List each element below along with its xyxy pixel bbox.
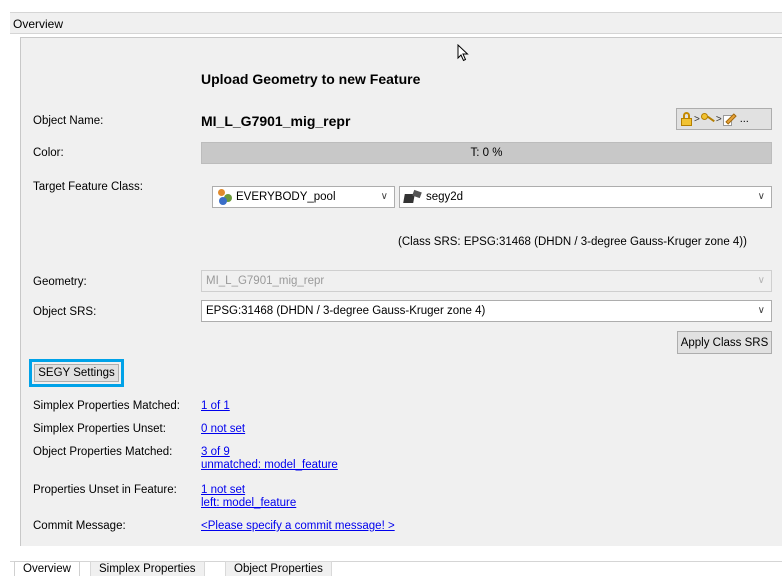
- window-title: Overview: [13, 17, 64, 31]
- chevron-down-icon: ∨: [757, 191, 765, 202]
- simplex-matched-link[interactable]: 1 of 1: [201, 400, 230, 412]
- arrow-right-icon: >: [715, 113, 722, 125]
- target-feature-class-label: Target Feature Class:: [33, 181, 143, 193]
- color-progress-bar: T: 0 %: [201, 142, 772, 164]
- simplex-matched-label: Simplex Properties Matched:: [33, 400, 181, 412]
- object-srs-dropdown[interactable]: EPSG:31468 (DHDN / 3-degree Gauss-Kruger…: [201, 300, 772, 322]
- object-name-value: MI_L_G7901_mig_repr: [201, 113, 351, 129]
- chevron-down-icon: ∨: [757, 305, 765, 316]
- progress-text: T: 0 %: [470, 147, 503, 159]
- object-srs-value: EPSG:31468 (DHDN / 3-degree Gauss-Kruger…: [206, 305, 486, 317]
- mouse-cursor-icon: [457, 44, 469, 62]
- geometry-dropdown: MI_L_G7901_mig_repr ∨: [201, 270, 772, 292]
- props-unset-label: Properties Unset in Feature:: [33, 484, 177, 496]
- feature-class-dropdown[interactable]: segy2d ∨: [399, 186, 772, 208]
- props-left-link[interactable]: left: model_feature: [201, 497, 296, 509]
- props-unset-link[interactable]: 1 not set: [201, 484, 245, 496]
- simplex-unset-link[interactable]: 0 not set: [201, 423, 245, 435]
- feature-class-value: segy2d: [426, 191, 464, 203]
- chevron-down-icon: ∨: [757, 275, 765, 286]
- commit-message-label: Commit Message:: [33, 520, 126, 532]
- geometry-value: MI_L_G7901_mig_repr: [206, 275, 325, 287]
- pool-icon: [217, 189, 233, 205]
- geometry-label: Geometry:: [33, 276, 87, 288]
- key-icon: [700, 113, 715, 125]
- object-matched-link[interactable]: 3 of 9: [201, 446, 230, 458]
- pool-value: EVERYBODY_pool: [236, 191, 336, 203]
- window-titlebar: Overview: [10, 12, 782, 34]
- seismic-icon: [403, 189, 422, 203]
- tab-overview[interactable]: Overview: [14, 561, 80, 576]
- object-unmatched-link[interactable]: unmatched: model_feature: [201, 459, 338, 471]
- tab-bar: Overview Simplex Properties Object Prope…: [10, 561, 782, 576]
- form-heading: Upload Geometry to new Feature: [201, 71, 421, 87]
- lock-icon: [680, 112, 693, 126]
- object-matched-label: Object Properties Matched:: [33, 446, 173, 458]
- apply-class-srs-button[interactable]: Apply Class SRS: [677, 331, 772, 354]
- object-srs-label: Object SRS:: [33, 306, 97, 318]
- tab-simplex-properties[interactable]: Simplex Properties: [90, 561, 205, 576]
- more-label: ...: [739, 113, 749, 125]
- simplex-unset-label: Simplex Properties Unset:: [33, 423, 166, 435]
- arrow-right-icon: >: [694, 113, 700, 125]
- segy-settings-highlight: SEGY Settings: [29, 359, 124, 387]
- commit-message-link[interactable]: <Please specify a commit message! >: [201, 520, 395, 532]
- class-srs-note: (Class SRS: EPSG:31468 (DHDN / 3-degree …: [398, 236, 747, 248]
- permissions-button[interactable]: > > ...: [676, 108, 772, 130]
- chevron-down-icon: ∨: [380, 191, 388, 202]
- pool-dropdown[interactable]: EVERYBODY_pool ∨: [212, 186, 395, 208]
- edit-icon: [722, 112, 737, 126]
- tab-object-properties[interactable]: Object Properties: [225, 561, 332, 576]
- object-name-label: Object Name:: [33, 115, 104, 127]
- segy-settings-button[interactable]: SEGY Settings: [34, 364, 119, 382]
- color-label: Color:: [33, 147, 64, 159]
